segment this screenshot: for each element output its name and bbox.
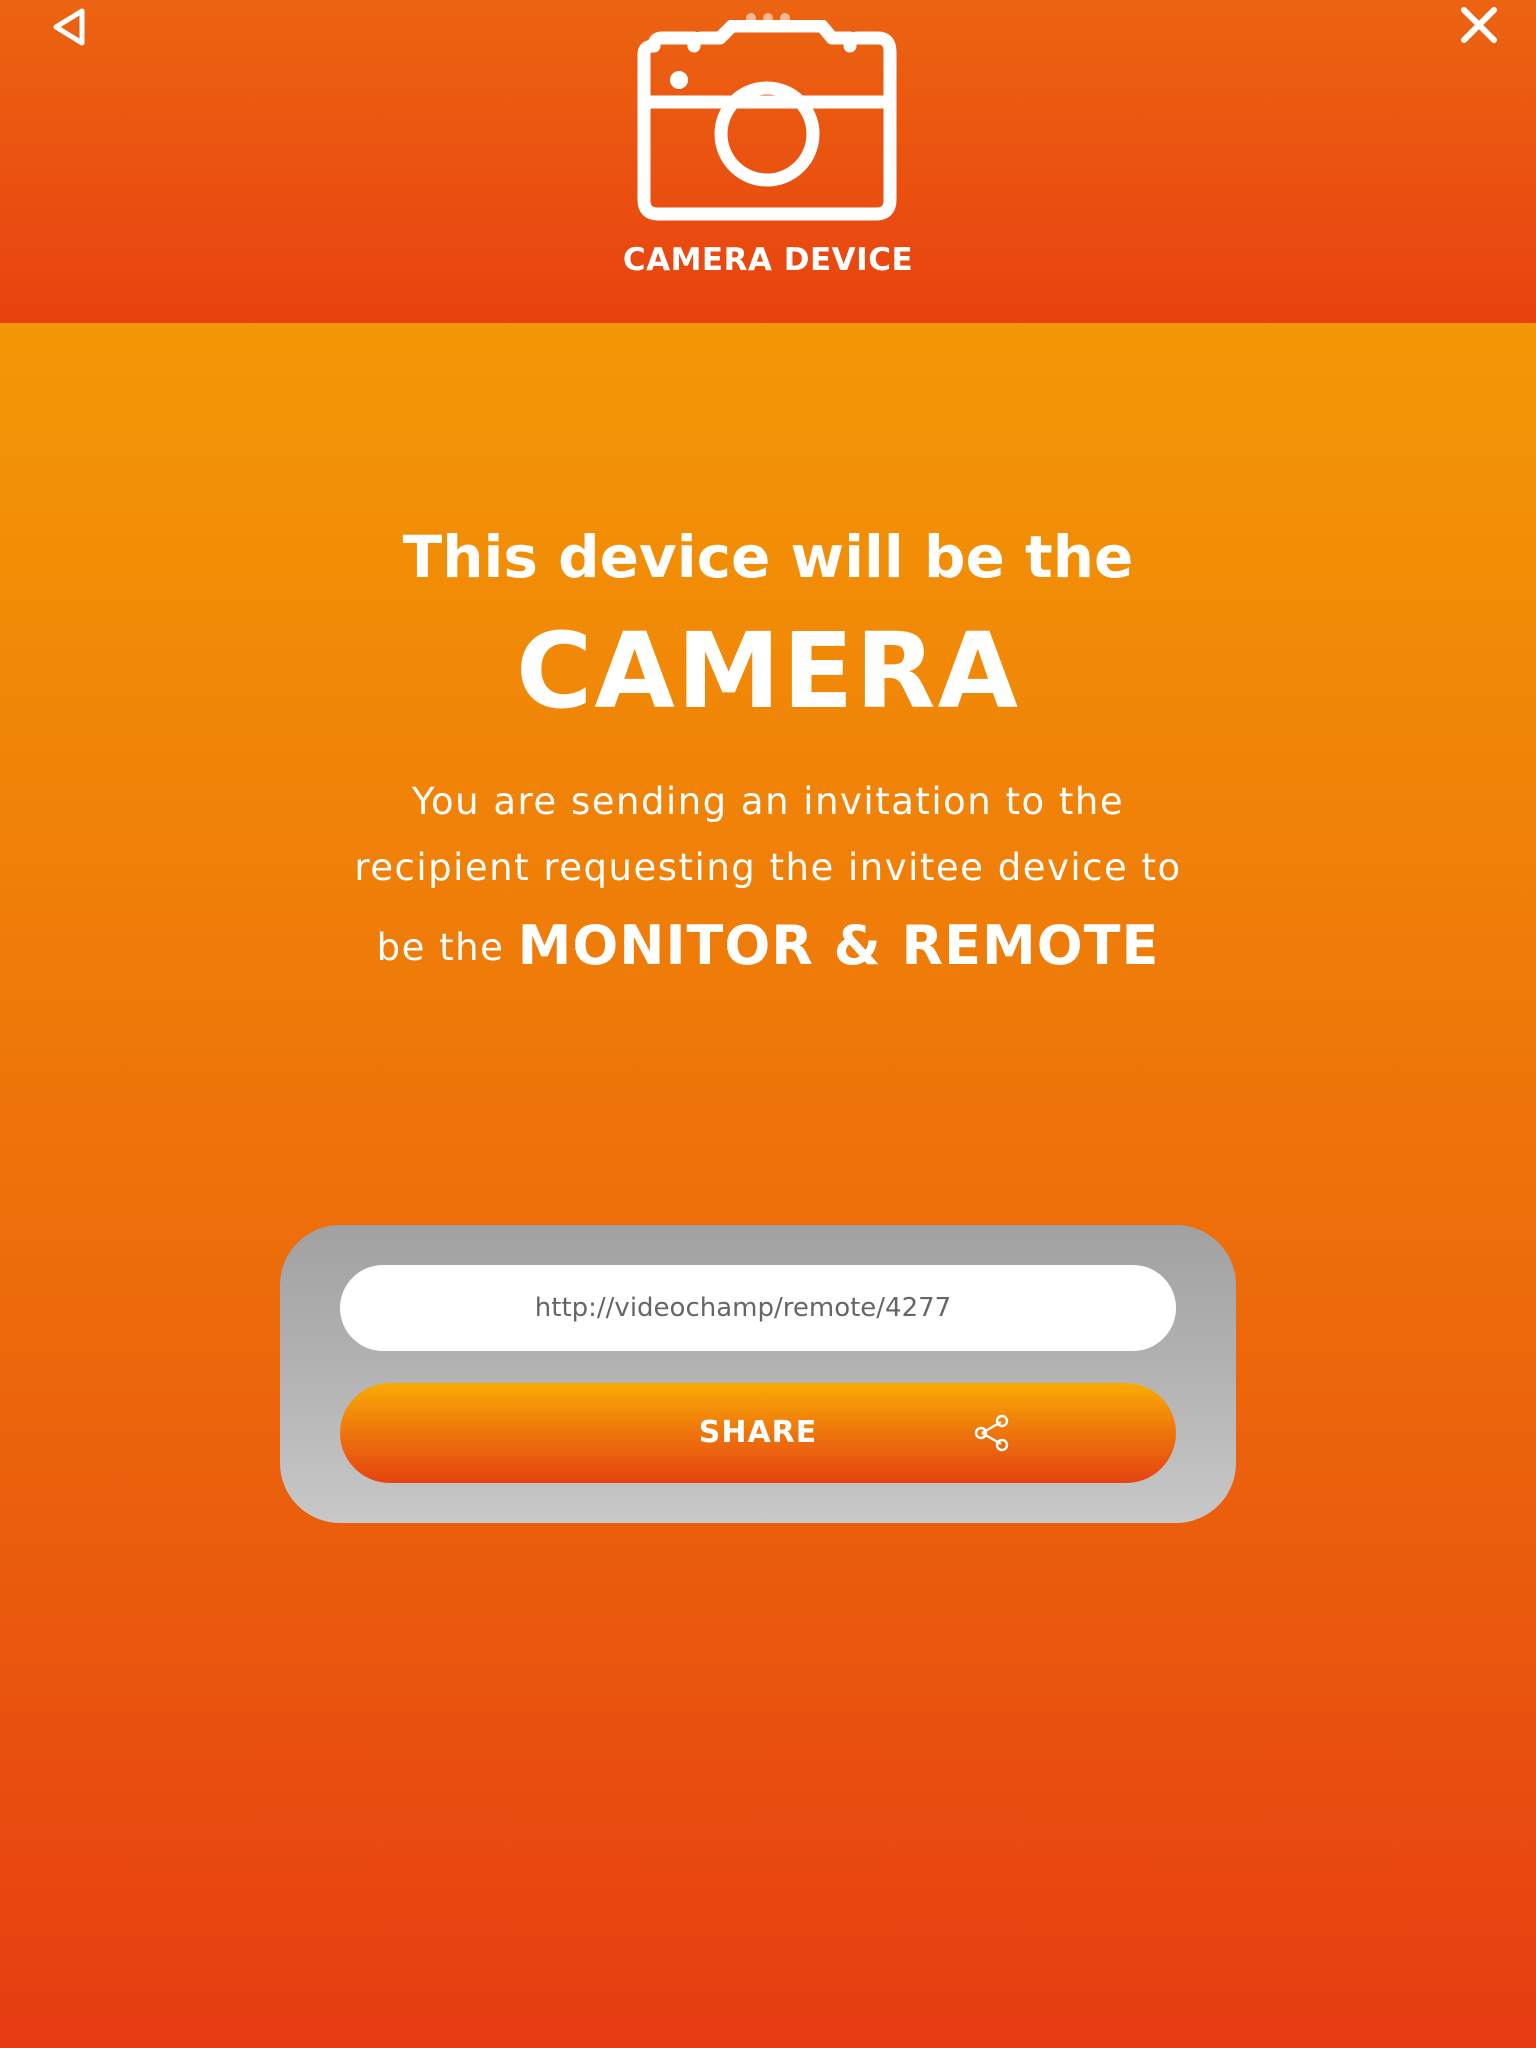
close-icon[interactable] [1456,2,1502,48]
share-icon [974,1414,1009,1452]
invite-url-field[interactable]: http://videochamp/remote/4277 [340,1265,1176,1351]
share-card: http://videochamp/remote/4277 SHARE [280,1225,1236,1523]
invitee-role: MONITOR & REMOTE [517,914,1160,977]
description-prefix: be the [376,926,505,969]
description-line-1: You are sending an invitation to the [411,780,1125,823]
share-button-label: SHARE [698,1415,818,1450]
camera-icon [637,20,897,221]
share-button[interactable]: SHARE [340,1383,1176,1483]
header-title: CAMERA DEVICE [622,242,914,278]
lead-text: This device will be the [402,523,1134,591]
description-line-3: be the MONITOR & REMOTE [318,914,1218,977]
invite-url-text: http://videochamp/remote/4277 [534,1293,952,1323]
description-line-2: recipient requesting the invitee device … [354,846,1182,889]
role-title: CAMERA [516,610,1020,732]
back-triangle-icon[interactable] [48,4,94,50]
header-bar: CAMERA DEVICE [0,0,1536,323]
